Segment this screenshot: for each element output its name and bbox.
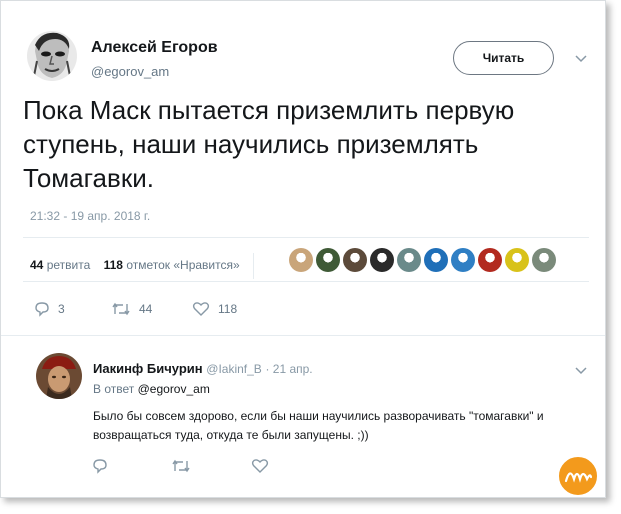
liker-avatar[interactable]	[316, 248, 340, 272]
like-icon[interactable]	[251, 458, 269, 474]
in-reply-handle[interactable]: @egorov_am	[138, 382, 210, 396]
reply-count: 3	[58, 302, 65, 316]
liker-avatars	[289, 248, 556, 272]
divider	[23, 281, 589, 282]
retweet-icon[interactable]	[111, 301, 131, 317]
reply-caret-down-icon[interactable]	[574, 363, 588, 381]
reply-retweet-action[interactable]	[171, 458, 191, 474]
reply-header: Иакинф Бичурин @Iakinf_B · 21 апр.	[93, 361, 313, 376]
in-reply-to: В ответ @egorov_am	[93, 382, 210, 396]
stats-separator	[253, 253, 255, 279]
liker-avatar[interactable]	[451, 248, 475, 272]
reply-reply-action[interactable]	[92, 458, 108, 474]
in-reply-prefix: В ответ	[93, 382, 135, 396]
tweet-text: Пока Маск пытается приземлить первую сту…	[23, 95, 515, 193]
liker-avatar[interactable]	[505, 248, 529, 272]
liker-avatar[interactable]	[343, 248, 367, 272]
divider	[23, 237, 589, 238]
reply-author-name[interactable]: Иакинф Бичурин	[93, 361, 203, 376]
tweet-stats: 44 ретвита 118 отметок «Нравится»	[30, 253, 255, 279]
reply-text: Было бы совсем здорово, если бы наши нау…	[93, 409, 544, 442]
retweets-label[interactable]: ретвита	[47, 258, 91, 272]
retweet-icon[interactable]	[171, 458, 191, 474]
tweet-card: Алексей Егоров @egorov_am Читать Пока Ма…	[0, 0, 606, 498]
author-avatar[interactable]	[27, 31, 77, 81]
caret-down-icon[interactable]	[574, 51, 588, 69]
author-name[interactable]: Алексей Егоров	[91, 39, 218, 57]
liker-avatar[interactable]	[424, 248, 448, 272]
reply-date[interactable]: · 21 апр.	[265, 362, 312, 376]
follow-button[interactable]: Читать	[453, 41, 554, 75]
liker-avatar[interactable]	[397, 248, 421, 272]
like-icon[interactable]	[192, 301, 210, 317]
reply-action[interactable]: 3	[34, 301, 65, 317]
liker-avatar[interactable]	[478, 248, 502, 272]
retweets-count[interactable]: 44	[30, 258, 43, 272]
liker-avatar[interactable]	[370, 248, 394, 272]
retweet-count: 44	[139, 302, 153, 316]
reply-icon[interactable]	[92, 458, 108, 474]
likes-count[interactable]: 118	[104, 258, 123, 272]
likes-label[interactable]: отметок «Нравится»	[126, 258, 239, 272]
divider	[1, 335, 605, 336]
reply-icon[interactable]	[34, 301, 50, 317]
reply-like-action[interactable]	[251, 458, 269, 474]
watermark-badge	[557, 455, 599, 497]
reply-author-handle[interactable]: @Iakinf_B	[206, 362, 262, 376]
like-count: 118	[218, 302, 238, 316]
reply-author-avatar[interactable]	[36, 353, 82, 399]
liker-avatar[interactable]	[532, 248, 556, 272]
tweet-timestamp[interactable]: 21:32 - 19 апр. 2018 г.	[30, 209, 150, 223]
author-handle[interactable]: @egorov_am	[91, 64, 169, 79]
like-action[interactable]: 118	[192, 301, 237, 317]
retweet-action[interactable]: 44	[111, 301, 152, 317]
liker-avatar[interactable]	[289, 248, 313, 272]
